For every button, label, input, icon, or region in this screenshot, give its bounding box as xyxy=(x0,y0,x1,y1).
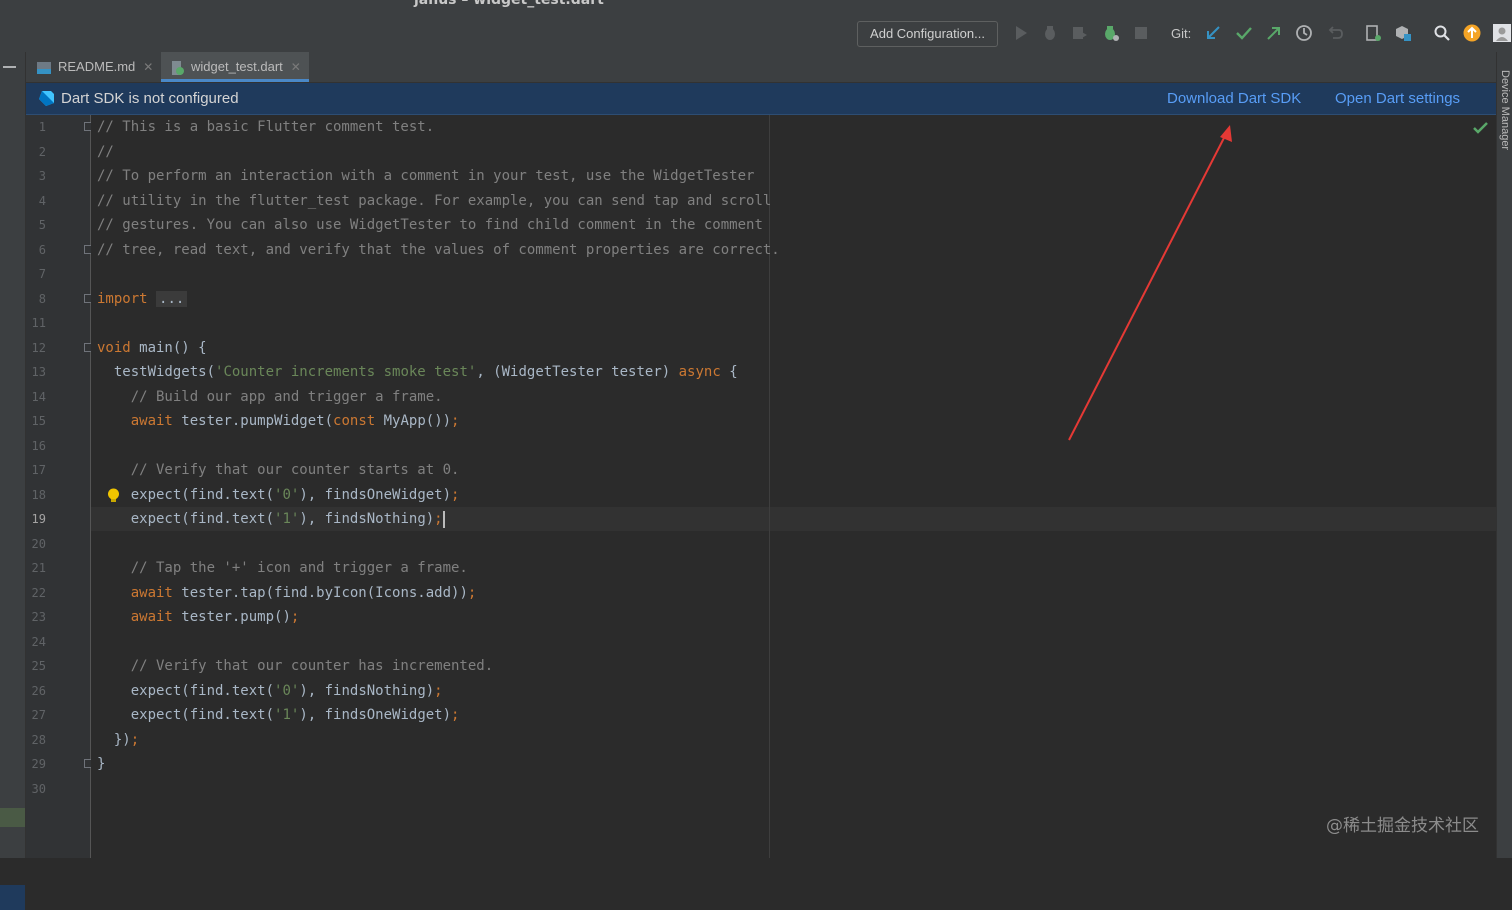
sdk-icon[interactable] xyxy=(1394,24,1412,42)
avatar-icon[interactable] xyxy=(1493,24,1511,42)
code-line[interactable]: // tree, read text, and verify that the … xyxy=(97,238,780,262)
close-icon[interactable]: ✕ xyxy=(291,60,301,74)
device-manager-tab[interactable]: Device Manager xyxy=(1499,70,1511,150)
code-line[interactable]: void main() { xyxy=(97,336,207,360)
add-configuration-button[interactable]: Add Configuration... xyxy=(857,21,998,47)
line-number: 27 xyxy=(31,708,46,722)
stop-icon[interactable] xyxy=(1132,24,1150,42)
text-caret xyxy=(442,510,445,528)
line-number: 2 xyxy=(38,144,46,159)
device-icon[interactable] xyxy=(1364,24,1382,42)
line-number: 3 xyxy=(38,169,46,183)
git-update-icon[interactable] xyxy=(1204,24,1222,42)
gutter-marker xyxy=(0,808,25,827)
line-number: 26 xyxy=(31,683,46,698)
git-push-icon[interactable] xyxy=(1265,24,1283,42)
line-number: 13 xyxy=(31,365,46,379)
line-number: 24 xyxy=(31,634,46,649)
search-icon[interactable] xyxy=(1433,24,1451,42)
code-line[interactable]: testWidgets('Counter increments smoke te… xyxy=(97,360,738,384)
code-line[interactable]: // Tap the '+' icon and trigger a frame. xyxy=(97,556,468,580)
line-number: 20 xyxy=(31,536,46,551)
line-number: 21 xyxy=(31,561,46,575)
git-label: Git: xyxy=(1171,26,1192,41)
line-number: 7 xyxy=(38,267,46,281)
attach-debugger-icon[interactable] xyxy=(1102,24,1120,42)
tab-label: README.md xyxy=(58,59,136,74)
minimize-icon[interactable] xyxy=(3,66,16,68)
code-line[interactable]: // utility in the flutter_test package. … xyxy=(97,189,771,213)
code-line[interactable]: // Verify that our counter starts at 0. xyxy=(97,458,460,482)
debug-icon[interactable] xyxy=(1041,24,1059,42)
code-line[interactable]: await tester.pumpWidget(const MyApp()); xyxy=(97,409,460,433)
line-number: 17 xyxy=(31,463,46,477)
line-number: 14 xyxy=(31,389,46,404)
banner-message: Dart SDK is not configured xyxy=(61,90,239,107)
run-icon[interactable] xyxy=(1012,24,1030,42)
open-dart-settings-link[interactable]: Open Dart settings xyxy=(1335,90,1460,107)
code-line[interactable]: import ... xyxy=(97,287,188,311)
git-commit-icon[interactable] xyxy=(1235,24,1253,42)
line-number: 28 xyxy=(31,732,46,747)
dart-test-file-icon xyxy=(172,60,184,75)
line-number: 12 xyxy=(31,340,46,355)
tab-label: widget_test.dart xyxy=(191,59,283,74)
code-line[interactable]: // To perform an interaction with a comm… xyxy=(97,164,754,188)
line-number: 22 xyxy=(31,585,46,600)
coverage-icon[interactable] xyxy=(1071,24,1089,42)
code-line[interactable]: // xyxy=(97,140,114,164)
code-line[interactable]: expect(find.text('1'), findsOneWidget); xyxy=(97,703,460,727)
editor-tabs: README.md ✕ widget_test.dart ✕ xyxy=(26,52,1496,83)
inspection-ok-icon[interactable] xyxy=(1473,121,1488,134)
line-number: 11 xyxy=(31,316,46,330)
code-line[interactable]: await tester.pump(); xyxy=(97,605,300,629)
main-toolbar: janus – widget_test.dart Add Configurati… xyxy=(0,0,1512,53)
markdown-file-icon xyxy=(37,61,51,74)
update-icon[interactable] xyxy=(1463,24,1481,42)
line-number: 15 xyxy=(31,414,46,428)
code-line[interactable]: expect(find.text('1'), findsNothing); xyxy=(97,507,445,531)
code-line[interactable]: expect(find.text('0'), findsNothing); xyxy=(97,679,443,703)
watermark: @稀土掘金技术社区 xyxy=(1326,816,1479,836)
git-history-icon[interactable] xyxy=(1295,24,1313,42)
line-number: 29 xyxy=(31,757,46,771)
dart-logo-icon xyxy=(39,91,54,106)
code-line[interactable]: }); xyxy=(97,728,139,752)
line-number: 4 xyxy=(38,193,46,208)
sdk-warning-banner: Dart SDK is not configured Download Dart… xyxy=(26,83,1496,115)
line-number: 5 xyxy=(38,218,46,232)
code-line[interactable]: // gestures. You can also use WidgetTest… xyxy=(97,213,763,237)
code-line[interactable]: // This is a basic Flutter comment test. xyxy=(97,115,434,139)
tab-widget-test[interactable]: widget_test.dart ✕ xyxy=(161,52,309,82)
code-line[interactable]: await tester.tap(find.byIcon(Icons.add))… xyxy=(97,581,477,605)
close-icon[interactable]: ✕ xyxy=(143,60,153,74)
right-tool-strip xyxy=(1496,52,1512,858)
left-tool-strip xyxy=(0,52,26,910)
code-line[interactable]: } xyxy=(97,752,105,776)
window-title: janus – widget_test.dart xyxy=(414,0,604,8)
line-number: 6 xyxy=(38,242,46,257)
tab-readme[interactable]: README.md ✕ xyxy=(36,52,153,82)
line-number: 16 xyxy=(31,438,46,453)
line-number: 19 xyxy=(31,512,46,526)
line-number: 8 xyxy=(38,291,46,306)
line-number: 23 xyxy=(31,610,46,624)
line-number: 25 xyxy=(31,659,46,673)
code-line[interactable]: // Build our app and trigger a frame. xyxy=(97,385,443,409)
intention-bulb-icon[interactable] xyxy=(107,488,120,504)
download-dart-sdk-link[interactable]: Download Dart SDK xyxy=(1167,90,1301,107)
line-number: 18 xyxy=(31,487,46,502)
line-number: 1 xyxy=(38,120,46,134)
line-number-gutter: 1 2 3 4 5 6 7 8 11 12 13 14 15 16 17 18 19 20 21 22 23 24 25 26… xyxy=(26,115,93,858)
line-number: 30 xyxy=(31,781,46,796)
code-line[interactable]: expect(find.text('0'), findsOneWidget); xyxy=(97,483,460,507)
right-margin-guide xyxy=(769,115,770,858)
code-line[interactable]: // Verify that our counter has increment… xyxy=(97,654,493,678)
git-rollback-icon[interactable] xyxy=(1326,24,1344,42)
gutter-marker xyxy=(0,885,25,910)
